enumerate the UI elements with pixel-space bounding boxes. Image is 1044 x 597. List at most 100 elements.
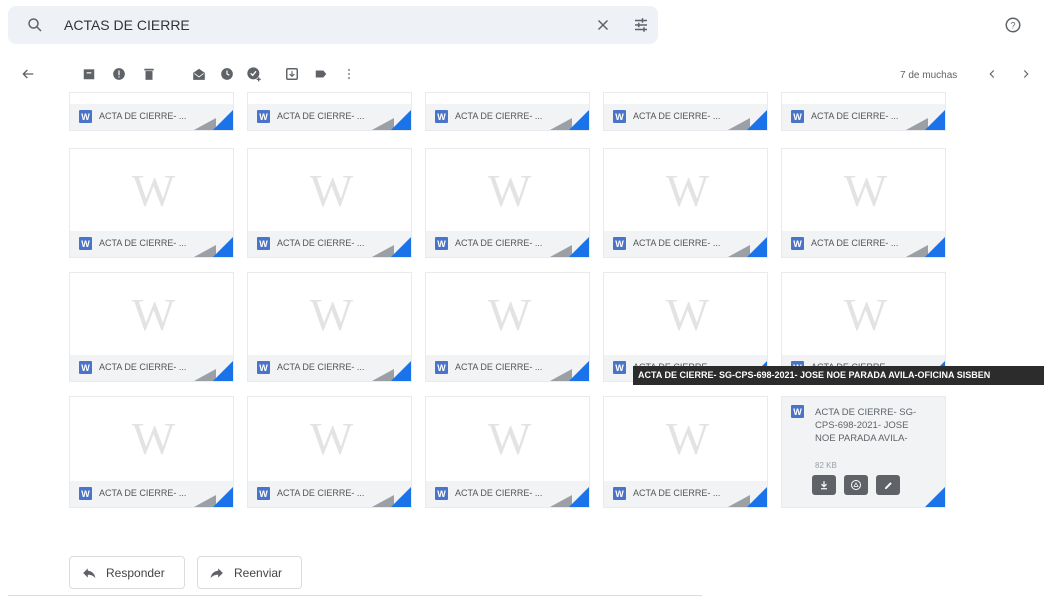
clear-icon[interactable] bbox=[594, 16, 612, 34]
move-to-icon[interactable] bbox=[281, 62, 303, 86]
word-doc-icon: W bbox=[309, 164, 353, 216]
corner-fold-blue bbox=[391, 237, 411, 257]
search-input[interactable]: ACTAS DE CIERRE bbox=[64, 17, 190, 33]
attachment-card[interactable]: W W ACTA DE CIERRE- ... bbox=[69, 272, 234, 382]
next-icon[interactable] bbox=[1019, 66, 1033, 82]
attachment-card[interactable]: W W ACTA DE CIERRE- ... bbox=[69, 396, 234, 508]
attachment-card[interactable]: W W ACTA DE CIERRE- ... bbox=[425, 148, 590, 258]
word-icon: W bbox=[791, 110, 804, 123]
attachment-card[interactable]: W ACTA DE CIERRE- ... bbox=[247, 92, 412, 131]
attachment-label-row: W ACTA DE CIERRE- ... bbox=[70, 481, 233, 507]
word-doc-icon: W bbox=[665, 288, 709, 340]
attachment-thumb: W bbox=[782, 273, 945, 355]
attachment-thumb: W bbox=[782, 149, 945, 231]
more-icon[interactable] bbox=[338, 62, 360, 86]
attachment-thumb: W bbox=[248, 149, 411, 231]
corner-fold-blue bbox=[747, 487, 767, 507]
attachment-card[interactable]: W W ACTA DE CIERRE- ... bbox=[247, 396, 412, 508]
attachment-name: ACTA DE CIERRE- ... bbox=[99, 238, 187, 248]
attachment-name: ACTA DE CIERRE- ... bbox=[633, 488, 721, 498]
search-icon[interactable] bbox=[26, 16, 44, 34]
archive-icon[interactable] bbox=[78, 62, 100, 86]
corner-fold-blue bbox=[213, 237, 233, 257]
add-task-icon[interactable] bbox=[243, 62, 265, 86]
word-icon: W bbox=[435, 237, 448, 250]
label-icon[interactable] bbox=[310, 62, 332, 86]
corner-fold-blue bbox=[569, 361, 589, 381]
word-icon: W bbox=[791, 405, 804, 418]
snooze-icon[interactable] bbox=[216, 62, 238, 86]
attachment-thumb: W bbox=[426, 397, 589, 479]
download-icon bbox=[821, 481, 827, 490]
attachment-thumb: W bbox=[426, 149, 589, 231]
attachment-card[interactable]: W W ACTA DE CIERRE- ... bbox=[425, 396, 590, 508]
forward-button[interactable]: Reenviar bbox=[197, 556, 302, 589]
attachment-card[interactable]: W W ACTA DE CIERRE- ... bbox=[247, 272, 412, 382]
attachment-card-hovered[interactable]: W ACTA DE CIERRE- SG-CPS-698-2021- JOSE … bbox=[781, 396, 946, 508]
message-toolbar: 7 de muchas bbox=[0, 62, 1044, 90]
attachment-card[interactable]: W W ACTA DE CIERRE- ... bbox=[425, 272, 590, 382]
corner-fold-blue bbox=[747, 237, 767, 257]
attachment-name: ACTA DE CIERRE- ... bbox=[455, 488, 543, 498]
attachment-name: ACTA DE CIERRE- ... bbox=[455, 111, 543, 121]
attachment-label-row: W ACTA DE CIERRE- ... bbox=[248, 355, 411, 381]
attachment-label-row: W ACTA DE CIERRE- ... bbox=[70, 104, 233, 130]
attachment-thumb: W bbox=[70, 397, 233, 479]
word-icon: W bbox=[435, 361, 448, 374]
word-icon: W bbox=[613, 361, 626, 374]
attachment-card[interactable]: W ACTA DE CIERRE- ... bbox=[781, 92, 946, 131]
attachment-card[interactable]: W W ACTA DE CIERRE- ... bbox=[247, 148, 412, 258]
word-icon: W bbox=[79, 237, 92, 250]
forward-icon bbox=[210, 567, 223, 578]
attachment-card[interactable]: W ACTA DE CIERRE- ... bbox=[425, 92, 590, 131]
word-doc-icon: W bbox=[487, 412, 531, 464]
attachment-label-row: W ACTA DE CIERRE- ... bbox=[604, 104, 767, 130]
edit-button[interactable] bbox=[876, 475, 900, 495]
attachment-thumb bbox=[426, 93, 589, 104]
word-doc-icon: W bbox=[131, 288, 175, 340]
attachment-card[interactable]: W W ACTA DE CIERRE- ... bbox=[69, 148, 234, 258]
attachment-label-row: W ACTA DE CIERRE- ... bbox=[426, 355, 589, 381]
corner-fold-blue bbox=[925, 237, 945, 257]
tune-icon[interactable] bbox=[632, 16, 650, 34]
word-icon: W bbox=[79, 361, 92, 374]
word-doc-icon: W bbox=[131, 412, 175, 464]
attachment-label-row: W ACTA DE CIERRE- ... bbox=[426, 231, 589, 257]
attachment-name: ACTA DE CIERRE- ... bbox=[811, 238, 899, 248]
attachment-thumb: W bbox=[248, 273, 411, 355]
word-icon: W bbox=[79, 487, 92, 500]
corner-fold-blue bbox=[391, 487, 411, 507]
attachment-name: ACTA DE CIERRE- ... bbox=[633, 111, 721, 121]
edit-icon bbox=[884, 481, 892, 489]
attachment-name: ACTA DE CIERRE- ... bbox=[99, 362, 187, 372]
back-icon[interactable] bbox=[17, 62, 39, 86]
corner-fold-blue bbox=[747, 110, 767, 130]
attachment-label-row: W ACTA DE CIERRE- ... bbox=[426, 481, 589, 507]
attachment-card[interactable]: W W ACTA DE CIERRE- ... bbox=[781, 148, 946, 258]
attachment-thumb: W bbox=[604, 273, 767, 355]
attachment-full-name: ACTA DE CIERRE- SG-CPS-698-2021- JOSE NO… bbox=[815, 407, 917, 444]
word-icon: W bbox=[613, 110, 626, 123]
attachment-thumb: W bbox=[604, 397, 767, 479]
download-button[interactable] bbox=[812, 475, 836, 495]
delete-icon[interactable] bbox=[138, 62, 160, 86]
save-to-drive-button[interactable] bbox=[844, 475, 868, 495]
prev-icon[interactable] bbox=[985, 66, 999, 82]
word-doc-icon: W bbox=[843, 288, 887, 340]
attachment-card[interactable]: W W ACTA DE CIERRE- ... bbox=[603, 148, 768, 258]
attachment-name: ACTA DE CIERRE- ... bbox=[455, 362, 543, 372]
page-count: 7 de muchas bbox=[900, 70, 958, 81]
attachment-card[interactable]: W ACTA DE CIERRE- ... bbox=[603, 92, 768, 131]
corner-fold-blue bbox=[391, 361, 411, 381]
report-spam-icon[interactable] bbox=[108, 62, 130, 86]
attachment-name: ACTA DE CIERRE- ... bbox=[277, 362, 365, 372]
help-icon[interactable]: ? bbox=[1004, 16, 1022, 34]
search-bar[interactable]: ACTAS DE CIERRE bbox=[8, 6, 658, 44]
mark-unread-icon[interactable] bbox=[188, 62, 210, 86]
attachment-card[interactable]: W W ACTA DE CIERRE- ... bbox=[603, 396, 768, 508]
attachment-card[interactable]: W ACTA DE CIERRE- ... bbox=[69, 92, 234, 131]
corner-fold-blue bbox=[213, 110, 233, 130]
reply-button[interactable]: Responder bbox=[69, 556, 185, 589]
attachment-thumb: W bbox=[70, 273, 233, 355]
word-doc-icon: W bbox=[487, 164, 531, 216]
